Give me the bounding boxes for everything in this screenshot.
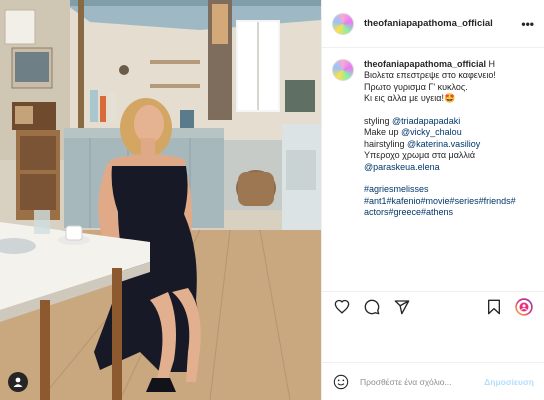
comment-input[interactable] — [360, 376, 485, 387]
post-username[interactable]: theofaniapapathoma_official — [364, 18, 521, 29]
send-glyph — [394, 299, 410, 314]
mention-link[interactable]: @paraskeua.elena — [364, 162, 440, 172]
caption-first-word: Η — [488, 59, 496, 69]
story-ring-glyph — [515, 297, 533, 316]
avatar[interactable] — [332, 12, 354, 35]
credit-hairstyling: hairstyling @katerina.vasilioy — [364, 139, 538, 150]
user-tag-glyph — [13, 377, 23, 387]
emoji-icon[interactable] — [332, 373, 350, 391]
caption-text: theofaniapapathoma_official Η Βιολετα επ… — [364, 59, 538, 219]
bookmark-icon[interactable] — [484, 297, 504, 317]
bookmark-glyph — [487, 299, 500, 314]
heart-glyph — [334, 299, 350, 314]
credit-label: Make up — [364, 127, 402, 138]
post-side-panel: theofaniapapathoma_official ••• theofani… — [321, 0, 544, 400]
heart-icon[interactable] — [332, 297, 352, 317]
caption-line: Βιολετα επεστρεψε στο καφενειο! — [364, 70, 496, 81]
credit-hair-color: Υπεροχο χρωμα στα μαλλιά — [364, 150, 538, 161]
mention-link[interactable]: @triadapapadaki — [392, 116, 460, 126]
more-horizontal-icon[interactable]: ••• — [521, 17, 534, 31]
caption-avatar[interactable] — [332, 59, 354, 81]
emoji-glyph — [333, 374, 349, 389]
credit-label: Υπεροχο χρωμα στα μαλλιά — [364, 150, 476, 161]
comment-glyph — [364, 299, 380, 314]
caption-area: theofaniapapathoma_official Η Βιολετα επ… — [332, 59, 538, 291]
caption-gap — [364, 105, 538, 116]
caption-gap — [364, 173, 538, 184]
credit-makeup: Make up @vicky_chalou — [364, 127, 538, 138]
story-ring-icon[interactable] — [514, 297, 534, 317]
caption-username[interactable]: theofaniapapathoma_official — [364, 59, 486, 69]
mention-link[interactable]: @katerina.vasilioy — [407, 139, 480, 149]
caption-first-line: theofaniapapathoma_official Η — [364, 59, 538, 70]
hashtag-link[interactable]: #agriesmelisses — [364, 184, 538, 195]
hashtag-link[interactable]: #ant1#kafenio#movie#series#friends# — [364, 196, 538, 207]
credit-styling: styling @triadapapadaki — [364, 116, 538, 127]
credit-label: styling — [364, 116, 393, 127]
credit-colorist: @paraskeua.elena — [364, 162, 538, 173]
photo-scene — [0, 0, 321, 400]
post-photo[interactable] — [0, 0, 321, 400]
post-comment-button[interactable]: Δημοσίευση — [484, 377, 534, 387]
comment-bar: Δημοσίευση — [322, 362, 544, 400]
caption-line: Πρωτο γυρισμα Γ' κυκλος. — [364, 81, 468, 92]
user-tag-icon[interactable] — [8, 372, 28, 392]
credit-label: hairstyling — [364, 138, 408, 149]
post-header: theofaniapapathoma_official ••• — [322, 0, 544, 48]
action-bar — [322, 291, 544, 321]
hashtag-link[interactable]: actors#greece#athens — [364, 207, 538, 218]
send-icon[interactable] — [392, 297, 412, 317]
caption-line: Κι εις αλλα με υγεια!🤩 — [364, 93, 456, 104]
mention-link[interactable]: @vicky_chalou — [401, 127, 462, 137]
caption-row: theofaniapapathoma_official Η Βιολετα επ… — [332, 59, 538, 219]
comment-icon[interactable] — [362, 297, 382, 317]
